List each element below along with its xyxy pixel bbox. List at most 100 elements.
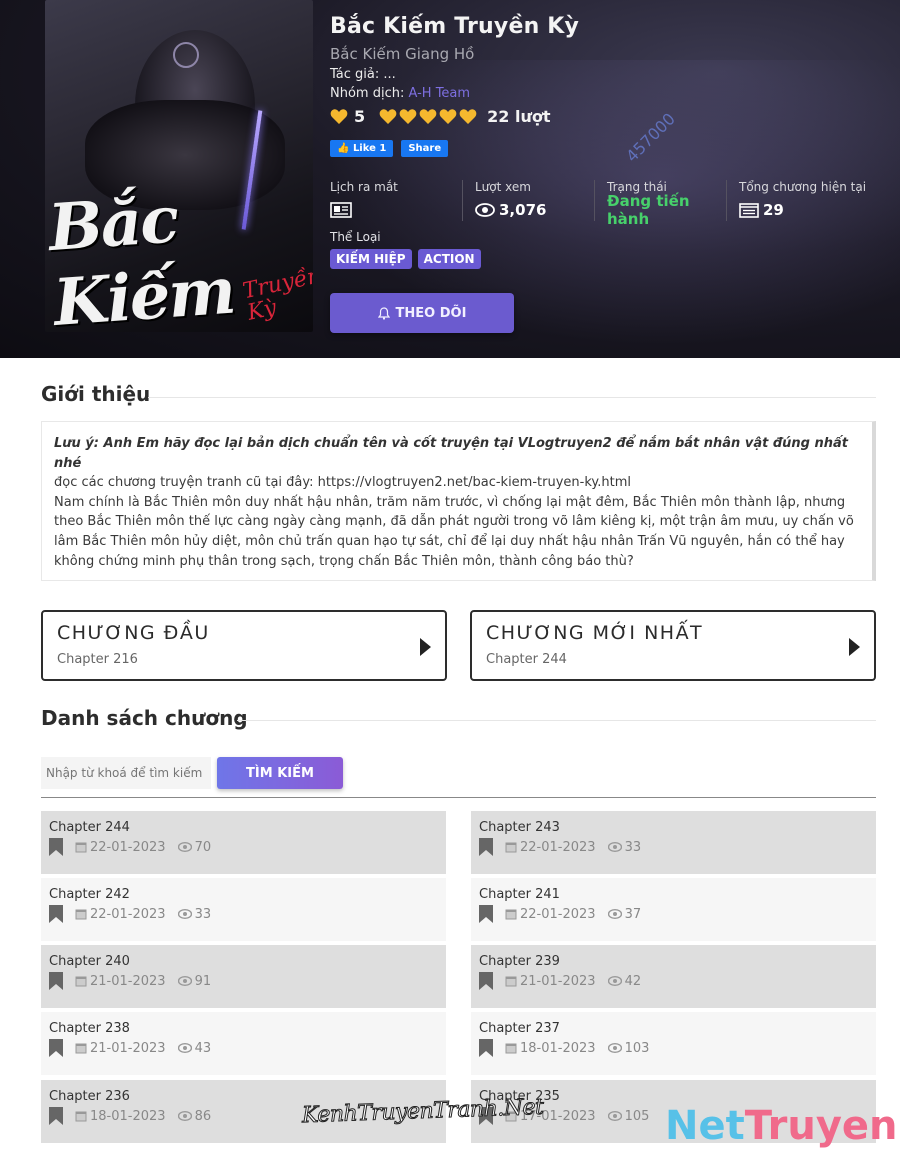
eye-icon bbox=[475, 203, 495, 217]
chapter-item[interactable]: Chapter 244 22-01-2023 70 bbox=[41, 811, 446, 874]
calendar-icon bbox=[505, 842, 517, 853]
chapter-item[interactable]: Chapter 238 21-01-2023 43 bbox=[41, 1012, 446, 1075]
first-chapter-button[interactable]: CHƯƠNG ĐẦU Chapter 216 bbox=[41, 610, 447, 681]
chapter-views: 86 bbox=[194, 1108, 212, 1124]
chapter-views: 42 bbox=[624, 973, 642, 989]
rate-5-heart-icon[interactable] bbox=[459, 108, 477, 125]
chapter-name: Chapter 243 bbox=[479, 820, 560, 835]
chapter-date: 22-01-2023 bbox=[520, 839, 596, 855]
author-value[interactable]: ... bbox=[383, 67, 395, 82]
rate-4-heart-icon[interactable] bbox=[439, 108, 457, 125]
rate-2-heart-icon[interactable] bbox=[399, 108, 417, 125]
calendar-icon bbox=[75, 842, 87, 853]
chapter-search-button[interactable]: TÌM KIẾM bbox=[217, 757, 343, 789]
follow-button[interactable]: THEO DÕI bbox=[330, 293, 514, 333]
facebook-like-button[interactable]: 👍 Like 1 bbox=[330, 140, 394, 157]
rating: 5 22 lượt bbox=[330, 107, 890, 126]
views-value: 3,076 bbox=[499, 201, 547, 219]
release-schedule-button[interactable] bbox=[330, 199, 462, 221]
group-link[interactable]: A-H Team bbox=[408, 86, 470, 101]
eye-icon bbox=[607, 909, 622, 919]
first-chapter-title: CHƯƠNG ĐẦU bbox=[57, 622, 210, 644]
chapter-item[interactable]: Chapter 239 21-01-2023 42 bbox=[471, 945, 876, 1008]
eye-icon bbox=[607, 976, 622, 986]
stat-chapters: Tổng chương hiện tại 29 bbox=[726, 180, 876, 221]
rating-score: 5 bbox=[354, 107, 366, 126]
chapter-meta: 21-01-2023 43 bbox=[49, 1039, 438, 1057]
manga-title: Bắc Kiếm Truyền Kỳ bbox=[330, 14, 580, 39]
chapter-search-input[interactable] bbox=[41, 757, 211, 789]
chapter-views: 91 bbox=[194, 973, 212, 989]
first-chapter-sub: Chapter 216 bbox=[57, 652, 138, 667]
chapter-name: Chapter 240 bbox=[49, 954, 130, 969]
eye-icon bbox=[177, 1111, 192, 1121]
bookmark-icon[interactable] bbox=[49, 1039, 63, 1057]
bell-icon bbox=[377, 306, 390, 320]
chapter-meta: 21-01-2023 42 bbox=[479, 972, 868, 990]
stat-status: Trạng thái Đang tiến hành bbox=[594, 180, 726, 228]
chapter-date: 21-01-2023 bbox=[90, 973, 166, 989]
chapter-meta: 22-01-2023 37 bbox=[479, 905, 868, 923]
manga-alt-title: Bắc Kiếm Giang Hồ bbox=[330, 45, 475, 63]
stats-row: Lịch ra mắt Lượt xem 3,076 Trạng thái Đa… bbox=[330, 180, 876, 228]
rate-1-heart-icon[interactable] bbox=[379, 108, 397, 125]
manga-header: Bắc Kiếm Truyền Kỳ Bắc Kiếm Truyền Kỳ Bắ… bbox=[0, 0, 900, 358]
cover-image[interactable]: Bắc Kiếm Truyền Kỳ bbox=[45, 0, 313, 332]
latest-chapter-button[interactable]: CHƯƠNG MỚI NHẤT Chapter 244 bbox=[470, 610, 876, 681]
genre-tag-action[interactable]: ACTION bbox=[417, 249, 481, 269]
chapter-name: Chapter 239 bbox=[479, 954, 560, 969]
facebook-share-button[interactable]: Share bbox=[401, 140, 449, 157]
bookmark-icon[interactable] bbox=[479, 972, 493, 990]
calendar-icon bbox=[505, 976, 517, 987]
chapter-item[interactable]: Chapter 243 22-01-2023 33 bbox=[471, 811, 876, 874]
bookmark-icon[interactable] bbox=[49, 905, 63, 923]
bookmark-icon[interactable] bbox=[479, 905, 493, 923]
calendar-icon bbox=[505, 1043, 517, 1054]
latest-chapter-sub: Chapter 244 bbox=[486, 652, 567, 667]
chapter-item[interactable]: Chapter 240 21-01-2023 91 bbox=[41, 945, 446, 1008]
chapter-meta: 22-01-2023 70 bbox=[49, 838, 438, 856]
play-arrow-icon bbox=[420, 638, 431, 656]
intro-note: Lưu ý: Anh Em hãy đọc lại bản dịch chuẩn… bbox=[54, 436, 848, 471]
rating-votes: 22 lượt bbox=[487, 107, 551, 126]
bookmark-icon[interactable] bbox=[49, 972, 63, 990]
bookmark-icon[interactable] bbox=[479, 838, 493, 856]
chapter-date: 21-01-2023 bbox=[520, 973, 596, 989]
chapter-item[interactable]: Chapter 237 18-01-2023 103 bbox=[471, 1012, 876, 1075]
intro-body: Nam chính là Bắc Thiên môn duy nhất hậu … bbox=[54, 494, 854, 569]
intro-link-line[interactable]: đọc các chương truyện tranh cũ tại đây: … bbox=[54, 473, 860, 493]
bookmark-icon[interactable] bbox=[49, 1107, 63, 1125]
list-icon bbox=[739, 202, 759, 218]
manga-info: Bắc Kiếm Truyền Kỳ Bắc Kiếm Giang Hồ Tác… bbox=[330, 14, 890, 157]
chapter-item[interactable]: Chapter 242 22-01-2023 33 bbox=[41, 878, 446, 941]
calendar-icon bbox=[75, 976, 87, 987]
rate-3-heart-icon[interactable] bbox=[419, 108, 437, 125]
chapter-list-heading: Danh sách chương bbox=[41, 706, 248, 730]
watermark-nettruyen-logo: NetTruyen bbox=[665, 1103, 898, 1149]
heart-icon bbox=[330, 109, 348, 124]
genre-tags: KIẾM HIỆP ACTION bbox=[330, 249, 481, 269]
chapter-meta: 22-01-2023 33 bbox=[49, 905, 438, 923]
calendar-icon bbox=[75, 1111, 87, 1122]
status-value: Đang tiến hành bbox=[607, 192, 690, 228]
eye-icon bbox=[177, 909, 192, 919]
intro-heading-divider bbox=[148, 397, 876, 398]
group-row: Nhóm dịch: A-H Team bbox=[330, 86, 890, 101]
cover-emblem bbox=[173, 42, 199, 68]
chapter-date: 22-01-2023 bbox=[90, 839, 166, 855]
bookmark-icon[interactable] bbox=[49, 838, 63, 856]
eye-icon bbox=[607, 842, 622, 852]
chapter-name: Chapter 241 bbox=[479, 887, 560, 902]
chapter-item[interactable]: Chapter 241 22-01-2023 37 bbox=[471, 878, 876, 941]
chapter-meta: 22-01-2023 33 bbox=[479, 838, 868, 856]
chapter-list-heading-divider bbox=[237, 720, 876, 721]
play-arrow-icon bbox=[849, 638, 860, 656]
genre-label: Thể Loại bbox=[330, 230, 381, 244]
facebook-like-label: Like 1 bbox=[352, 143, 387, 154]
chapters-value-row: 29 bbox=[739, 199, 876, 221]
chapters-value: 29 bbox=[763, 201, 784, 219]
chapter-name: Chapter 242 bbox=[49, 887, 130, 902]
chapter-meta: 21-01-2023 91 bbox=[49, 972, 438, 990]
genre-tag-kiem-hiep[interactable]: KIẾM HIỆP bbox=[330, 249, 412, 269]
bookmark-icon[interactable] bbox=[479, 1039, 493, 1057]
